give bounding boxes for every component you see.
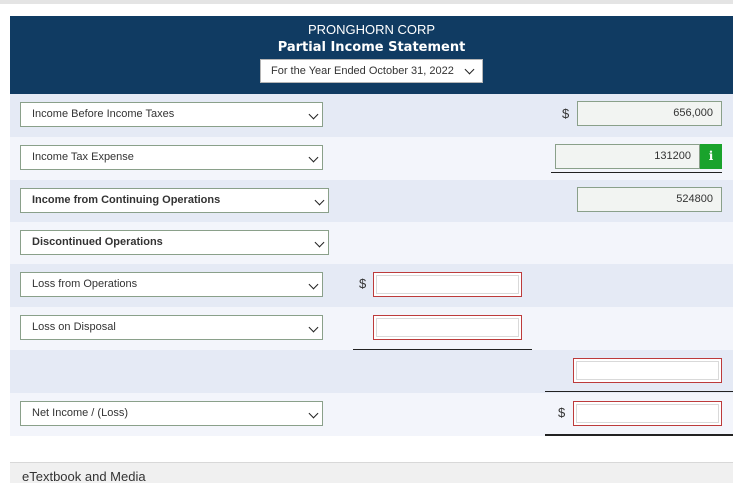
subtotal-underline [545,391,733,392]
amount-field[interactable]: 524800 [577,187,722,212]
currency-symbol: $ [558,405,566,420]
account-select-value: Income Tax Expense [32,151,134,163]
period-select[interactable]: For the Year Ended October 31, 2022 [260,59,483,83]
row-net-income: Net Income / (Loss) $ [10,393,733,436]
account-select-value: Net Income / (Loss) [32,407,128,419]
row-income-tax-expense: Income Tax Expense 131200 i [10,137,733,180]
row-discontinued-total [10,350,733,393]
account-select[interactable]: Loss from Operations [20,272,323,297]
amount-input[interactable] [573,358,722,383]
account-select[interactable]: Loss on Disposal [20,315,323,340]
statement-title: Partial Income Statement [277,40,466,55]
chevron-down-icon [314,237,325,248]
amount-field[interactable]: 656,000 [577,101,722,126]
amount-input[interactable] [373,272,522,297]
account-select-value: Loss on Disposal [32,321,116,333]
total-double-underline [545,434,733,436]
row-loss-from-operations: Loss from Operations $ [10,264,733,307]
row-income-continuing-ops: Income from Continuing Operations 524800 [10,180,733,223]
row-discontinued-ops: Discontinued Operations [10,222,733,265]
chevron-down-icon [308,408,319,419]
subtotal-underline [551,172,722,173]
account-select-value: Loss from Operations [32,278,138,290]
company-name: PRONGHORN CORP [307,22,436,37]
row-income-before-taxes: Income Before Income Taxes $ 656,000 [10,94,733,137]
amount-input[interactable] [573,401,722,426]
account-select-value: Income Before Income Taxes [32,108,175,120]
top-divider [0,0,733,4]
account-select-value: Income from Continuing Operations [32,194,221,206]
account-select[interactable]: Income Tax Expense [20,145,323,170]
account-select[interactable]: Discontinued Operations [20,230,329,255]
currency-symbol: $ [359,276,367,291]
amount-input[interactable] [373,315,522,340]
chevron-down-icon [308,322,319,333]
chevron-down-icon [308,279,319,290]
chevron-down-icon [314,195,325,206]
chevron-down-icon [308,152,319,163]
statement-header: PRONGHORN CORP Partial Income Statement … [10,16,733,94]
account-select[interactable]: Income from Continuing Operations [20,188,329,213]
account-select[interactable]: Net Income / (Loss) [20,401,323,426]
etextbook-media-section[interactable]: eTextbook and Media [10,462,733,484]
period-select-value: For the Year Ended October 31, 2022 [271,65,454,77]
amount-field[interactable]: 131200 [555,144,700,169]
chevron-down-icon [308,109,319,120]
account-select-value: Discontinued Operations [32,236,163,248]
info-icon[interactable]: i [700,144,722,169]
row-loss-on-disposal: Loss on Disposal [10,307,733,350]
currency-symbol: $ [562,106,570,121]
chevron-down-icon [464,64,475,75]
account-select[interactable]: Income Before Income Taxes [20,102,323,127]
